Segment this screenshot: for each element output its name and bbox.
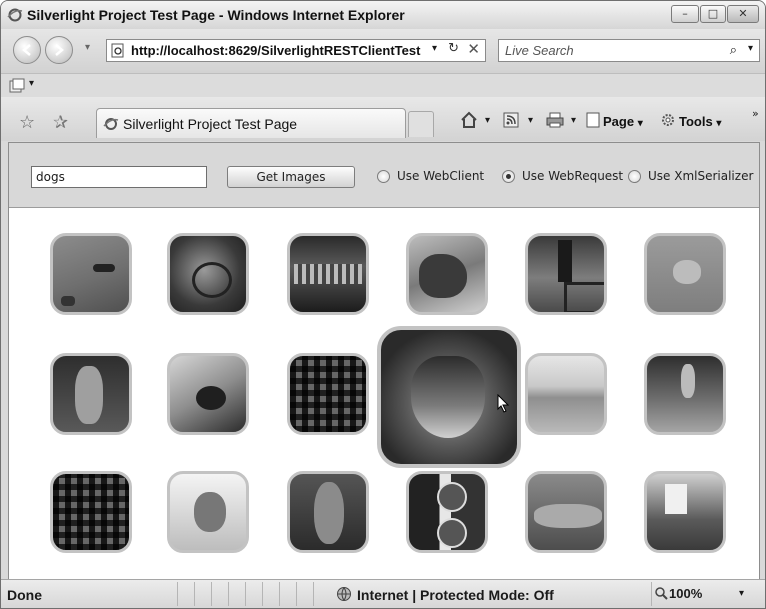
- stop-icon[interactable]: ✕: [467, 40, 480, 58]
- image-thumbnail[interactable]: [525, 471, 607, 553]
- ie-logo-icon: [7, 8, 23, 22]
- page-menu-label: Page: [603, 114, 635, 129]
- favorites-bar: ▾: [1, 73, 765, 98]
- radio-webclient-label: Use WebClient: [397, 169, 485, 183]
- image-thumbnail[interactable]: [287, 353, 369, 435]
- rss-icon[interactable]: [503, 112, 519, 128]
- ie-tab-icon: [103, 118, 119, 130]
- image-thumbnail[interactable]: [525, 233, 607, 315]
- control-panel: dogs Get Images Use WebClient Use WebReq…: [9, 143, 759, 208]
- status-divider: [296, 582, 297, 606]
- status-divider: [177, 582, 178, 606]
- search-icon[interactable]: ⌕: [730, 43, 737, 58]
- image-thumbnail[interactable]: [50, 353, 132, 435]
- rss-dropdown-icon[interactable]: ▾: [528, 115, 533, 126]
- favorites-star-icon[interactable]: ☆: [19, 112, 35, 133]
- home-icon[interactable]: [459, 110, 479, 130]
- status-divider: [651, 582, 652, 606]
- status-divider: [245, 582, 246, 606]
- image-thumbnail[interactable]: [50, 233, 132, 315]
- tools-menu[interactable]: Tools ▾: [679, 114, 721, 129]
- minimize-icon: –: [682, 7, 688, 20]
- gear-icon: [662, 114, 674, 126]
- image-thumbnail[interactable]: [644, 471, 726, 553]
- refresh-icon[interactable]: ↻: [448, 41, 459, 56]
- browser-window: Silverlight Project Test Page - Windows …: [0, 0, 766, 609]
- image-thumbnail[interactable]: [167, 353, 249, 435]
- image-thumbnail[interactable]: [50, 471, 132, 553]
- close-button[interactable]: ✕: [727, 5, 759, 23]
- maximize-button[interactable]: □: [700, 5, 726, 23]
- image-thumbnail[interactable]: [167, 471, 249, 553]
- tools-menu-label: Tools: [679, 114, 713, 129]
- tools-menu-dropdown-icon: ▾: [716, 118, 722, 129]
- search-placeholder[interactable]: Live Search: [505, 43, 574, 58]
- image-thumbnail[interactable]: [525, 353, 607, 435]
- zoom-dropdown-icon[interactable]: ▾: [739, 588, 744, 599]
- radio-xmlserializer-label: Use XmlSerializer: [648, 169, 754, 183]
- history-dropdown-icon[interactable]: ▾: [85, 42, 90, 53]
- minimize-button[interactable]: –: [671, 5, 699, 23]
- image-thumbnail[interactable]: [287, 471, 369, 553]
- navigation-bar: ▾ http://localhost:8629/SilverlightRESTC…: [1, 29, 765, 73]
- back-button[interactable]: [13, 36, 41, 64]
- status-divider: [211, 582, 212, 606]
- search-input[interactable]: dogs: [31, 166, 207, 188]
- forward-arrow-icon: [55, 44, 64, 56]
- favorites-dropdown-icon[interactable]: ▾: [29, 78, 34, 89]
- status-divider: [313, 582, 314, 606]
- status-divider: [194, 582, 195, 606]
- home-dropdown-icon[interactable]: ▾: [485, 115, 490, 126]
- status-text: Done: [7, 587, 42, 603]
- new-tab-button[interactable]: [408, 111, 434, 137]
- tab-title: Silverlight Project Test Page: [123, 116, 298, 132]
- address-dropdown-icon[interactable]: ▾: [432, 43, 437, 54]
- page-menu-icon: [586, 112, 600, 128]
- feeds-icon[interactable]: [9, 78, 25, 94]
- image-thumbnail[interactable]: [644, 353, 726, 435]
- status-divider: [228, 582, 229, 606]
- image-thumbnail[interactable]: [406, 471, 488, 553]
- radio-webrequest-label: Use WebRequest: [522, 169, 624, 183]
- add-favorites-icon[interactable]: ✰: [53, 112, 68, 133]
- image-thumbnail[interactable]: [644, 233, 726, 315]
- security-zone[interactable]: Internet | Protected Mode: Off: [357, 587, 554, 603]
- image-thumbnail-selected[interactable]: [377, 326, 521, 468]
- radio-webrequest[interactable]: [502, 170, 515, 183]
- page-icon: [111, 43, 124, 58]
- image-thumbnail[interactable]: [287, 233, 369, 315]
- image-thumbnail[interactable]: [406, 233, 488, 315]
- get-images-button[interactable]: Get Images: [227, 166, 355, 188]
- address-url[interactable]: http://localhost:8629/SilverlightRESTCli…: [131, 43, 420, 58]
- zoom-level[interactable]: 100%: [669, 586, 702, 601]
- status-divider: [262, 582, 263, 606]
- silverlight-content: dogs Get Images Use WebClient Use WebReq…: [8, 142, 760, 580]
- back-arrow-icon: [22, 44, 31, 56]
- cursor-icon: [497, 394, 510, 413]
- address-bar[interactable]: http://localhost:8629/SilverlightRESTCli…: [106, 39, 486, 62]
- window-title: Silverlight Project Test Page - Windows …: [27, 7, 405, 23]
- status-divider: [279, 582, 280, 606]
- page-menu[interactable]: Page ▾: [603, 114, 643, 129]
- status-bar: Done Internet | Protected Mode: Off 100%…: [1, 579, 765, 608]
- search-box[interactable]: Live Search ⌕ ▾: [498, 39, 760, 62]
- globe-icon: [337, 587, 351, 601]
- search-dropdown-icon[interactable]: ▾: [748, 43, 753, 54]
- zoom-icon: [655, 587, 668, 600]
- title-bar[interactable]: Silverlight Project Test Page - Windows …: [1, 1, 765, 29]
- print-icon[interactable]: [546, 112, 564, 128]
- maximize-icon: □: [707, 7, 719, 20]
- close-icon: ✕: [738, 7, 748, 20]
- forward-button[interactable]: [45, 36, 73, 64]
- page-menu-dropdown-icon: ▾: [637, 118, 643, 129]
- print-dropdown-icon[interactable]: ▾: [571, 115, 576, 126]
- radio-webclient[interactable]: [377, 170, 390, 183]
- image-thumbnail[interactable]: [167, 233, 249, 315]
- tab-bar: ☆ ✰ Silverlight Project Test Page ▾ ▾ ▾: [1, 97, 765, 141]
- chevron-icon[interactable]: »: [752, 107, 759, 120]
- tab-active[interactable]: Silverlight Project Test Page: [96, 108, 406, 138]
- radio-xmlserializer[interactable]: [628, 170, 641, 183]
